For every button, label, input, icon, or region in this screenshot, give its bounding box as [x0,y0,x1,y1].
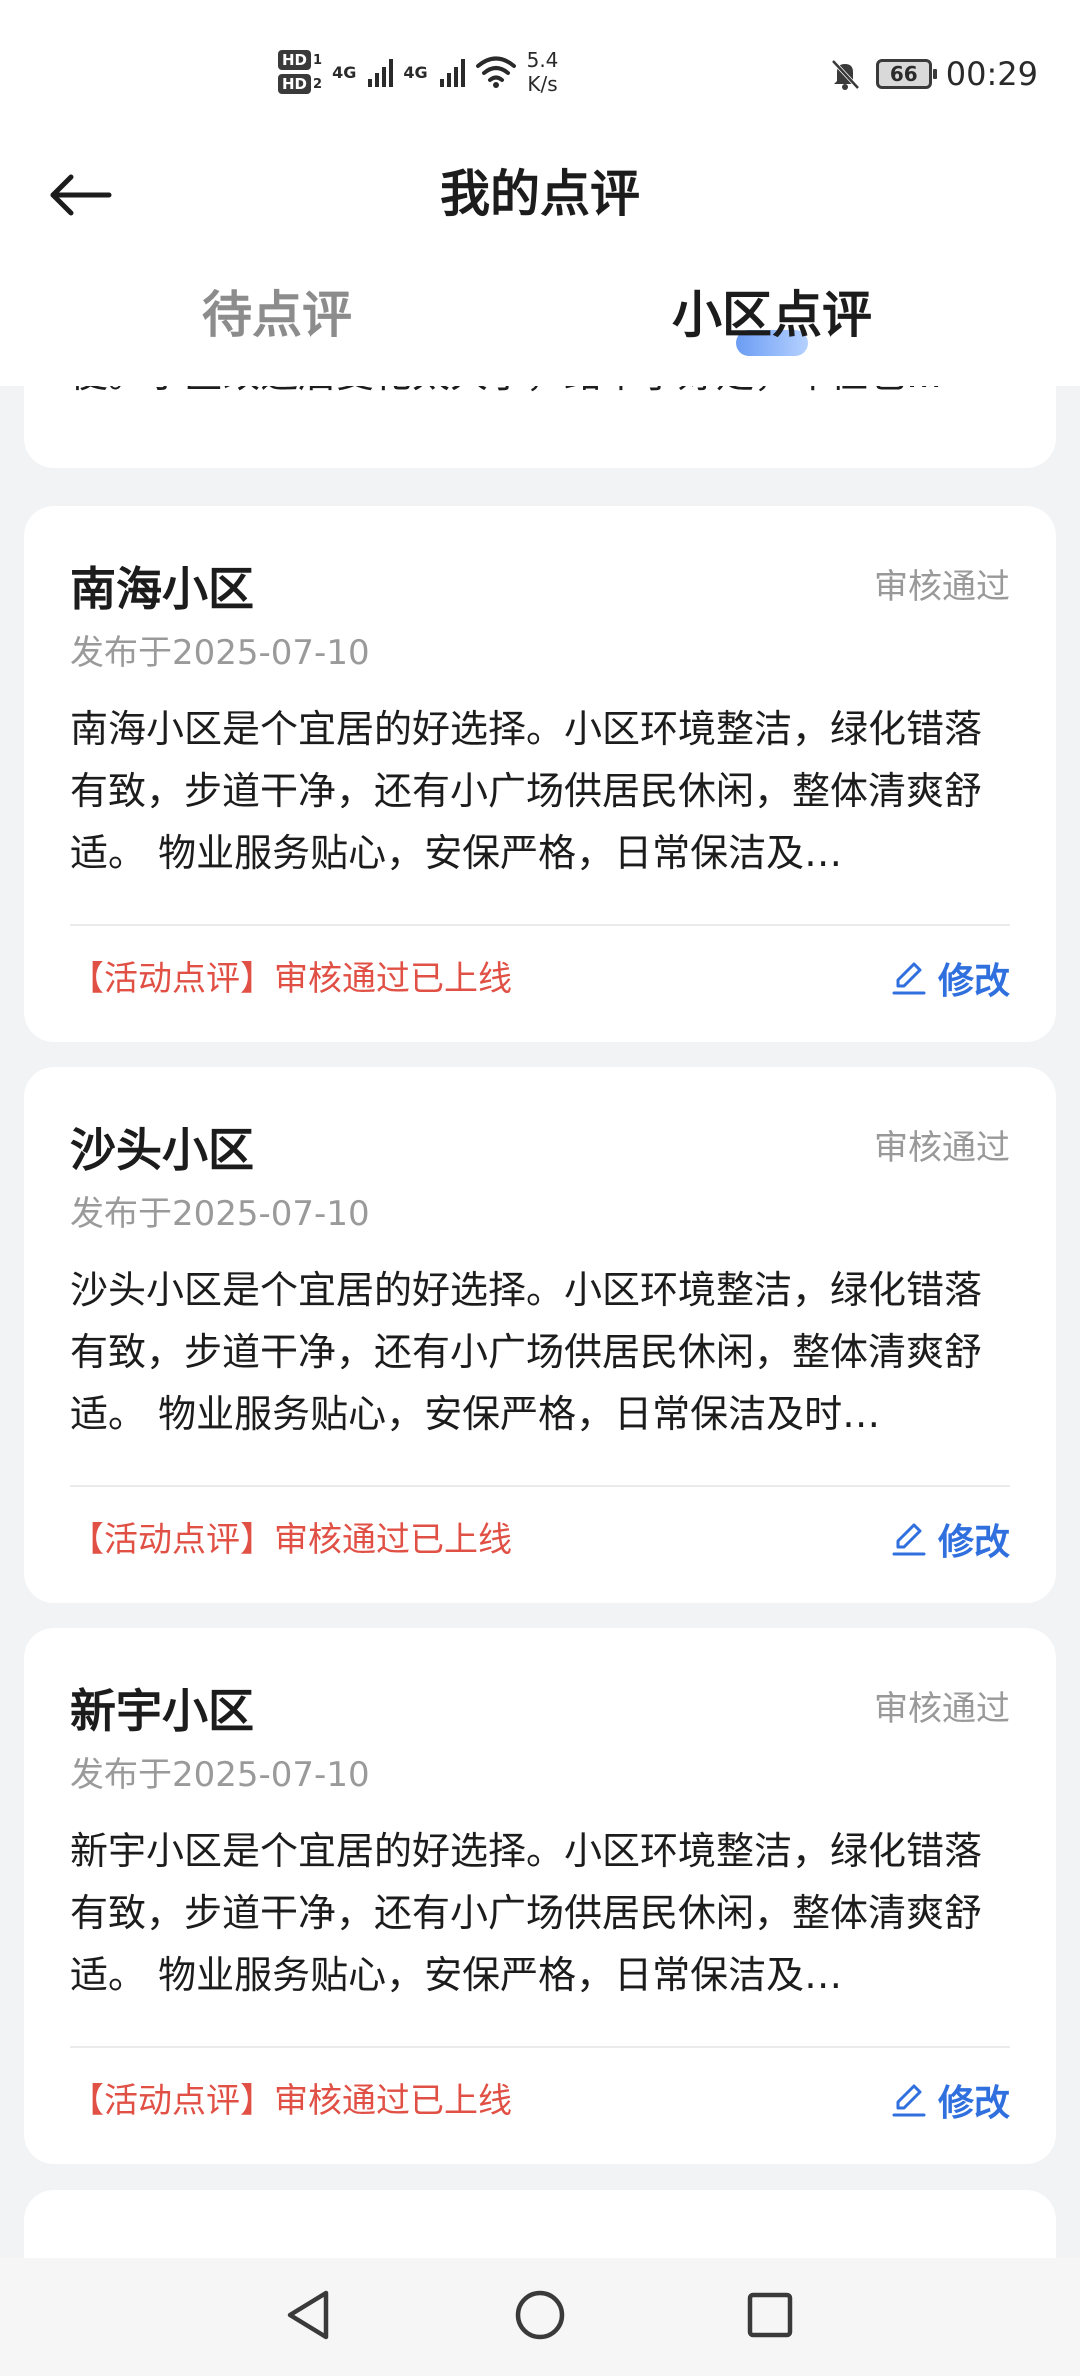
status-right-group: 66 00:29 [828,50,1038,98]
community-name: 南海小区 [70,562,254,616]
signal-icon-1 [368,57,394,87]
review-card-partial[interactable]: 便。小区改造后变化太大了，路平了好走，车位也... [24,386,1056,468]
network-type-1: 4G [332,62,357,82]
community-name: 新宇小区 [70,1684,254,1738]
battery-icon: 66 [875,59,937,89]
review-card[interactable]: 新宇小区 审核通过 发布于2025-07-10 新宇小区是个宜居的好选择。小区环… [24,1628,1056,2164]
page-header: 我的点评 [0,130,1080,260]
divider [70,924,1010,926]
speed-unit: K/s [527,72,558,96]
divider [70,2046,1010,2048]
pencil-icon [892,1523,926,1556]
speed-value: 5.4 [526,48,559,72]
divider [70,1485,1010,1487]
battery-level: 66 [889,62,918,86]
review-status: 审核通过 [874,1689,1010,1729]
bell-muted-icon [831,59,860,90]
page-title: 我的点评 [440,165,640,223]
pencil-icon [892,2084,926,2117]
status-left-group: HD 1 HD 2 4G 4G 5.4 K/s [278,42,558,102]
review-body: 新宇小区是个宜居的好选择。小区环境整洁，绿化错落有致，步道干净，还有小广场供居民… [70,1829,983,1997]
edit-button[interactable]: 修改 [890,950,1010,1006]
review-body: 便。小区改造后变化太大了，路平了好走，车位也... [70,386,1010,402]
status-bar: HD 1 HD 2 4G 4G 5.4 K/s 66 00:29 [0,0,1080,130]
review-status: 审核通过 [874,1128,1010,1168]
network-speed: 5.4 K/s [527,48,559,96]
review-card-partial[interactable] [24,2190,1056,2258]
network-type-2: 4G [403,62,428,82]
edit-label: 修改 [937,1522,1010,1563]
edit-button[interactable]: 修改 [890,2072,1010,2128]
nav-home-button[interactable] [500,2280,580,2350]
nav-back-button[interactable] [268,2280,348,2350]
triangle-back-icon [287,2290,329,2340]
publish-date: 发布于2025-07-10 [70,633,370,673]
activity-status: 【活动点评】审核通过已上线 [70,2081,512,2121]
tab-bar: 待点评 小区点评 [0,260,1080,386]
edit-label: 修改 [937,2083,1010,2124]
review-list[interactable]: 便。小区改造后变化太大了，路平了好走，车位也... 南海小区 审核通过 发布于2… [0,386,1080,2258]
square-recents-icon [747,2292,793,2338]
signal-icon-2 [439,57,465,87]
publish-date: 发布于2025-07-10 [70,1194,370,1234]
community-name: 沙头小区 [70,1123,254,1177]
tab-pending-review[interactable]: 待点评 [202,280,352,350]
circle-home-icon [515,2290,565,2340]
nav-recents-button[interactable] [730,2280,810,2350]
activity-status: 【活动点评】审核通过已上线 [70,1520,512,1560]
wifi-icon [475,56,516,88]
activity-status: 【活动点评】审核通过已上线 [70,959,512,999]
sim2-index: 2 [313,76,323,92]
sim1-hd-badge: HD [278,50,312,70]
review-card[interactable]: 南海小区 审核通过 发布于2025-07-10 南海小区是个宜居的好选择。小区环… [24,506,1056,1042]
pencil-icon [892,962,926,995]
sim-indicators: HD 1 HD 2 [278,50,322,94]
tab-community-review[interactable]: 小区点评 [672,280,872,350]
edit-button[interactable]: 修改 [890,1511,1010,1567]
clock: 00:29 [945,55,1038,93]
review-status: 审核通过 [874,567,1010,607]
publish-date: 发布于2025-07-10 [70,1755,370,1795]
sim1-index: 1 [313,52,323,68]
review-body: 沙头小区是个宜居的好选择。小区环境整洁，绿化错落有致，步道干净，还有小广场供居民… [70,1268,983,1436]
system-nav-bar [0,2258,1080,2376]
review-card[interactable]: 沙头小区 审核通过 发布于2025-07-10 沙头小区是个宜居的好选择。小区环… [24,1067,1056,1603]
edit-label: 修改 [937,961,1010,1002]
sim2-hd-badge: HD [278,74,312,94]
review-body: 南海小区是个宜居的好选择。小区环境整洁，绿化错落有致，步道干净，还有小广场供居民… [70,707,983,875]
